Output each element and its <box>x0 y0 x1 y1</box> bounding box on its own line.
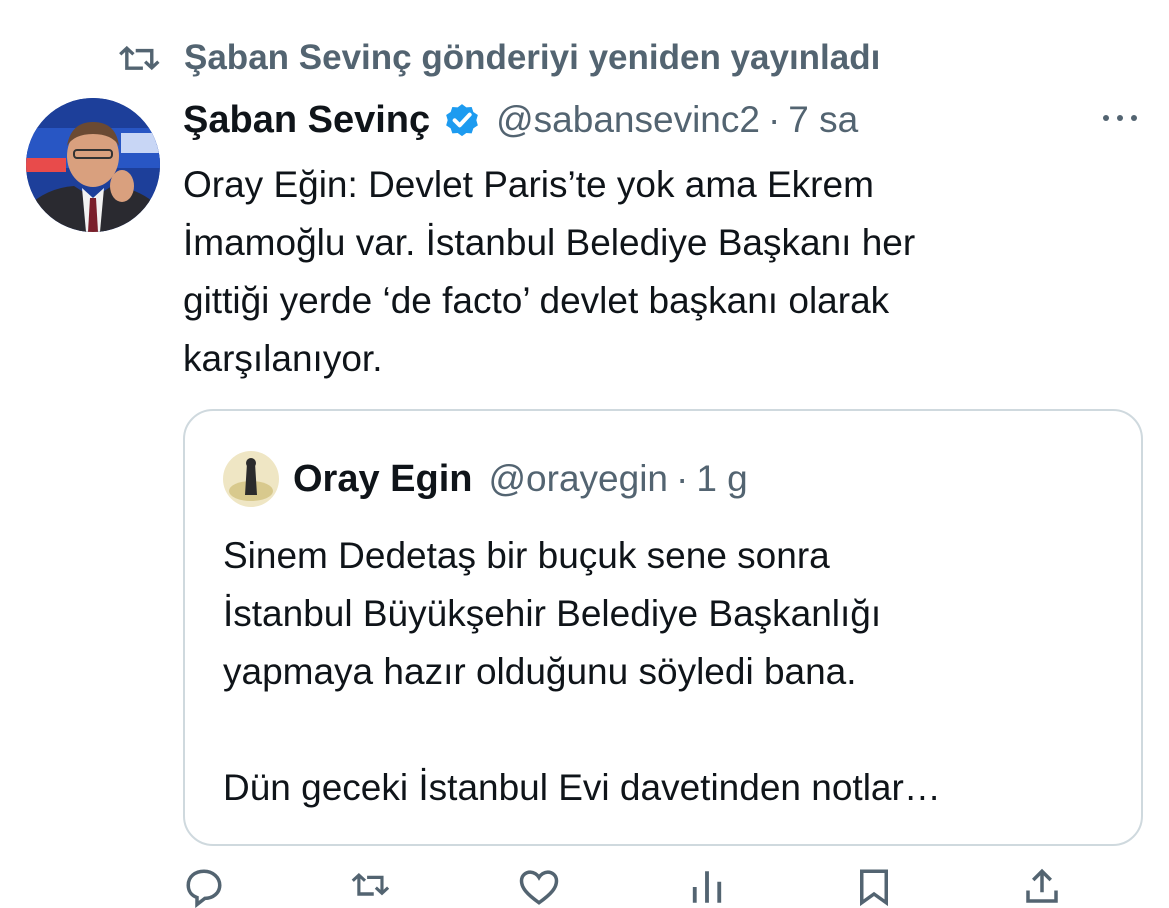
like-button[interactable] <box>518 866 560 906</box>
tweet-text-line: İmamoğlu var. İstanbul Belediye Başkanı … <box>183 222 916 263</box>
quoted-author-avatar <box>223 451 279 507</box>
quoted-author-handle[interactable]: @orayegin <box>489 458 669 500</box>
retweet-header-text[interactable]: Şaban Sevinç gönderiyi yeniden yayınladı <box>184 38 880 78</box>
quoted-text-line: yapmaya hazır olduğunu söyledi bana. <box>223 651 857 692</box>
separator-dot: · <box>676 458 689 499</box>
tweet-text-line: gittiği yerde ‘de facto’ devlet başkanı … <box>183 280 890 321</box>
tweet-time[interactable]: 7 sa <box>788 99 858 141</box>
quoted-tweet-card[interactable]: Oray Egin @orayegin · 1 g Sinem Dedetaş … <box>183 409 1143 846</box>
reply-button[interactable] <box>183 866 225 908</box>
more-options-icon[interactable] <box>1098 108 1142 128</box>
quoted-avatar-image <box>223 451 279 507</box>
bookmark-button[interactable] <box>853 866 895 907</box>
quoted-text-line: İstanbul Büyükşehir Belediye Başkanlığı <box>223 593 882 634</box>
verified-badge-icon[interactable] <box>442 100 482 140</box>
author-handle[interactable]: @sabansevinc2 <box>496 99 760 141</box>
reply-icon <box>186 869 222 908</box>
author-avatar[interactable] <box>26 98 160 232</box>
quoted-tweet-text: Sinem Dedetaş bir buçuk sene sonra İstan… <box>223 527 1123 817</box>
author-row: Şaban Sevinç @sabansevinc2 · 7 sa <box>183 92 858 148</box>
quoted-tweet-time[interactable]: 1 g <box>696 458 747 500</box>
author-avatar-image <box>26 98 160 232</box>
separator-dot: · <box>767 99 781 140</box>
tweet-text-line: Oray Eğin: Devlet Paris’te yok ama Ekrem <box>183 164 874 205</box>
tweet-text: Oray Eğin: Devlet Paris’te yok ama Ekrem… <box>183 156 1113 388</box>
like-icon <box>519 870 559 905</box>
quoted-tweet-header: Oray Egin @orayegin · 1 g <box>223 451 748 507</box>
tweet-actions <box>183 866 1063 908</box>
quoted-text-line: Sinem Dedetaş bir buçuk sene sonra <box>223 535 830 576</box>
views-button[interactable] <box>686 866 728 906</box>
tweet-text-line: karşılanıyor. <box>183 338 383 379</box>
retweet-icon <box>351 873 389 896</box>
bookmark-icon <box>860 869 889 907</box>
author-name[interactable]: Şaban Sevinç <box>183 99 430 142</box>
share-icon <box>1026 868 1058 903</box>
views-icon <box>692 871 721 903</box>
quoted-author-name[interactable]: Oray Egin <box>293 458 473 501</box>
quoted-text-line <box>223 701 1123 759</box>
retweet-header[interactable]: Şaban Sevinç gönderiyi yeniden yayınladı <box>118 34 880 82</box>
share-button[interactable] <box>1021 866 1063 906</box>
quoted-text-line: Dün geceki İstanbul Evi davetinden notla… <box>223 767 941 808</box>
retweet-button[interactable] <box>351 866 393 906</box>
retweet-icon <box>119 45 160 71</box>
